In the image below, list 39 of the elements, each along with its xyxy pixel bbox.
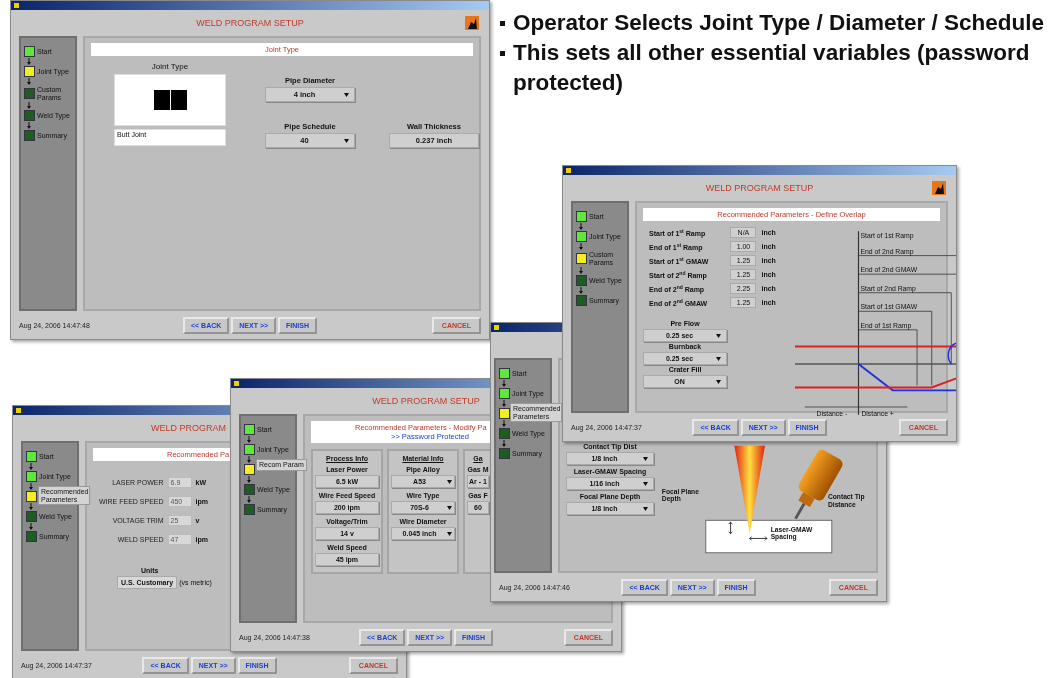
down-arrow-icon	[27, 122, 31, 130]
field-label: Joint Type	[151, 62, 189, 71]
caret-icon	[447, 479, 452, 484]
bullet-text: This sets all other essential variables (password protected)	[513, 39, 1031, 97]
window-heading: WELD PROGRAM SETUP	[372, 396, 480, 406]
caret-icon	[344, 92, 349, 97]
caret-icon	[344, 138, 349, 143]
caret-icon	[643, 506, 648, 511]
down-arrow-icon	[502, 440, 506, 447]
caret-icon	[643, 481, 648, 486]
bullet-icon	[500, 21, 505, 26]
caret-icon	[447, 505, 452, 510]
down-arrow-icon	[27, 58, 31, 65]
down-arrow-icon	[579, 267, 583, 275]
down-arrow-icon	[579, 223, 583, 230]
down-arrow-icon	[29, 483, 33, 490]
down-arrow-icon	[29, 523, 33, 530]
window-heading: WELD PROGRAM SETUP	[705, 183, 814, 193]
down-arrow-icon	[579, 243, 583, 250]
down-arrow-icon	[29, 463, 33, 470]
caret-icon	[716, 379, 721, 384]
down-arrow-icon	[247, 456, 251, 463]
down-arrow-icon	[247, 496, 251, 503]
caret-icon	[643, 456, 648, 461]
down-arrow-icon	[247, 476, 251, 483]
caret-icon	[716, 356, 721, 361]
down-arrow-icon	[502, 380, 506, 387]
caret-icon	[447, 531, 452, 536]
down-arrow-icon	[579, 287, 583, 295]
down-arrow-icon	[27, 78, 31, 85]
window-heading: WELD PROGRAM	[151, 423, 226, 433]
down-arrow-icon	[502, 420, 506, 427]
down-arrow-icon	[27, 102, 31, 110]
down-arrow-icon	[247, 436, 251, 443]
down-arrow-icon	[29, 503, 33, 510]
window-heading: WELD PROGRAM SETUP	[196, 18, 304, 28]
bullet-text: Operator Selects Joint Type / Diameter / Schedule	[513, 9, 1044, 37]
bullet-icon	[500, 51, 505, 56]
down-arrow-icon	[502, 400, 506, 407]
